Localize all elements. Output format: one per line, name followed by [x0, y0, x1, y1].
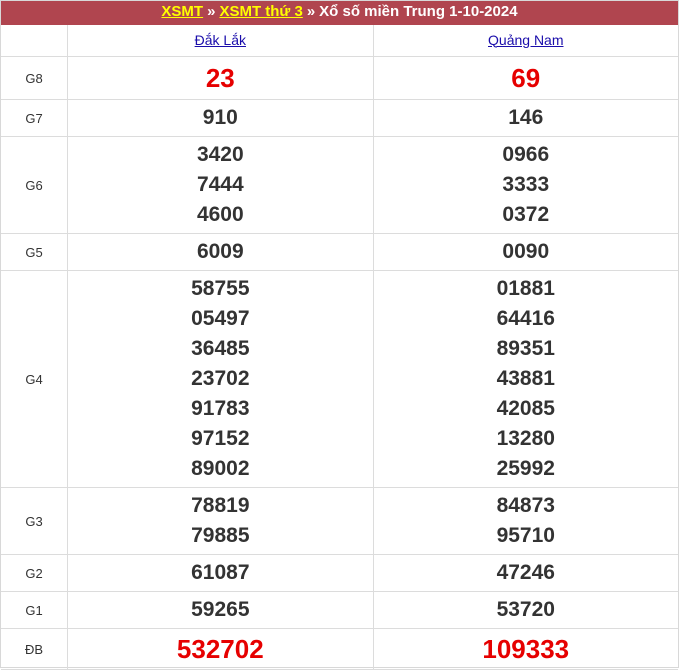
prize-number: 78819	[191, 494, 250, 517]
prize-label: G4	[1, 270, 69, 488]
breadcrumb-separator: »	[306, 3, 316, 20]
prize-numbers-cell: 0090	[372, 233, 678, 271]
prize-numbers-cell: 01881 64416 89351 43881 42085 13280 25992	[372, 270, 678, 488]
prize-label: ĐB	[1, 628, 69, 670]
prize-number: 84873	[496, 494, 555, 517]
prize-number: 05497	[191, 307, 250, 330]
prize-label: G8	[1, 56, 69, 100]
results-table: Đắk Lắk Quảng Nam G8 23 69 G7 910 146 G6 3420 74…	[1, 25, 678, 670]
prize-number: 01881	[496, 277, 555, 300]
prize-number: 69	[511, 63, 541, 93]
prize-label: G1	[1, 591, 69, 629]
prize-number: 532702	[176, 634, 264, 664]
prize-row-g2: G2 61087 47246	[1, 554, 678, 592]
prize-numbers-cell: 532702	[67, 628, 374, 670]
prize-number: 910	[202, 106, 238, 129]
prize-numbers-cell: 109333	[372, 628, 678, 670]
prize-number: 0090	[502, 240, 550, 263]
breadcrumb: XSMT» XSMT thứ 3» Xổ số miền Trung 1-10-20…	[1, 1, 678, 25]
province-link-quang-nam[interactable]: Quảng Nam	[488, 32, 563, 48]
prize-numbers-cell: 3420 7444 4600	[67, 136, 374, 234]
results-widget: XSMT» XSMT thứ 3» Xổ số miền Trung 1-10-20…	[0, 0, 679, 670]
prize-numbers-cell: 6009	[67, 233, 374, 271]
prize-number: 43881	[496, 367, 555, 390]
empty-header-cell	[1, 25, 69, 57]
prize-label: G3	[1, 487, 69, 555]
prize-numbers-cell: 0966 3333 0372	[372, 136, 678, 234]
prize-numbers-cell: 61087	[67, 554, 374, 592]
prize-numbers-cell: 146	[372, 99, 678, 137]
prize-number: 23	[205, 63, 235, 93]
prize-number: 0372	[502, 203, 550, 226]
prize-row-g3: G3 78819 79885 84873 95710	[1, 487, 678, 555]
prize-number: 89351	[496, 337, 555, 360]
province-header-row: Đắk Lắk Quảng Nam	[1, 25, 678, 57]
prize-number: 36485	[191, 337, 250, 360]
prize-number: 3333	[502, 173, 550, 196]
prize-number: 89002	[191, 457, 250, 480]
prize-numbers-cell: 47246	[372, 554, 678, 592]
prize-number: 61087	[191, 561, 250, 584]
prize-number: 25992	[496, 457, 555, 480]
prize-number: 97152	[191, 427, 250, 450]
prize-row-g6: G6 3420 7444 4600 0966 3333 0372	[1, 136, 678, 234]
prize-number: 146	[508, 106, 544, 129]
prize-row-g4: G4 58755 05497 36485 23702 91783 97152 89002 018…	[1, 270, 678, 488]
breadcrumb-link-xsmt-thu-3[interactable]: XSMT thứ 3	[219, 3, 302, 20]
prize-numbers-cell: 59265	[67, 591, 374, 629]
prize-label: G7	[1, 99, 69, 137]
prize-number: 3420	[196, 143, 244, 166]
page-title: Xổ số miền Trung 1-10-2024	[319, 3, 518, 20]
prize-number: 47246	[496, 561, 555, 584]
prize-numbers-cell: 53720	[372, 591, 678, 629]
prize-numbers-cell: 78819 79885	[67, 487, 374, 555]
prize-row-g5: G5 6009 0090	[1, 233, 678, 271]
prize-label: G2	[1, 554, 69, 592]
prize-number: 13280	[496, 427, 555, 450]
province-link-dak-lak[interactable]: Đắk Lắk	[195, 32, 246, 48]
prize-numbers-cell: 69	[372, 56, 678, 100]
prize-number: 42085	[496, 397, 555, 420]
prize-numbers-cell: 910	[67, 99, 374, 137]
prize-row-g1: G1 59265 53720	[1, 591, 678, 629]
prize-number: 6009	[196, 240, 244, 263]
breadcrumb-separator: »	[207, 3, 216, 20]
prize-number: 4600	[196, 203, 244, 226]
prize-number: 7444	[196, 173, 244, 196]
prize-number: 0966	[502, 143, 550, 166]
prize-numbers-cell: 84873 95710	[372, 487, 678, 555]
prize-number: 59265	[191, 598, 250, 621]
prize-label: G6	[1, 136, 69, 234]
prize-number: 91783	[191, 397, 250, 420]
province-cell: Quảng Nam	[372, 25, 678, 57]
prize-numbers-cell: 23	[67, 56, 374, 100]
province-cell: Đắk Lắk	[67, 25, 374, 57]
prize-label: G5	[1, 233, 69, 271]
prize-row-db: ĐB 532702 109333	[1, 628, 678, 670]
prize-number: 23702	[191, 367, 250, 390]
prize-number: 53720	[496, 598, 555, 621]
prize-number: 79885	[191, 524, 250, 547]
prize-row-g8: G8 23 69	[1, 56, 678, 100]
breadcrumb-link-xsmt[interactable]: XSMT	[161, 3, 203, 20]
prize-numbers-cell: 58755 05497 36485 23702 91783 97152 89002	[67, 270, 374, 488]
prize-number: 58755	[191, 277, 250, 300]
prize-number: 109333	[482, 634, 570, 664]
prize-number: 95710	[496, 524, 555, 547]
prize-number: 64416	[496, 307, 555, 330]
prize-row-g7: G7 910 146	[1, 99, 678, 137]
